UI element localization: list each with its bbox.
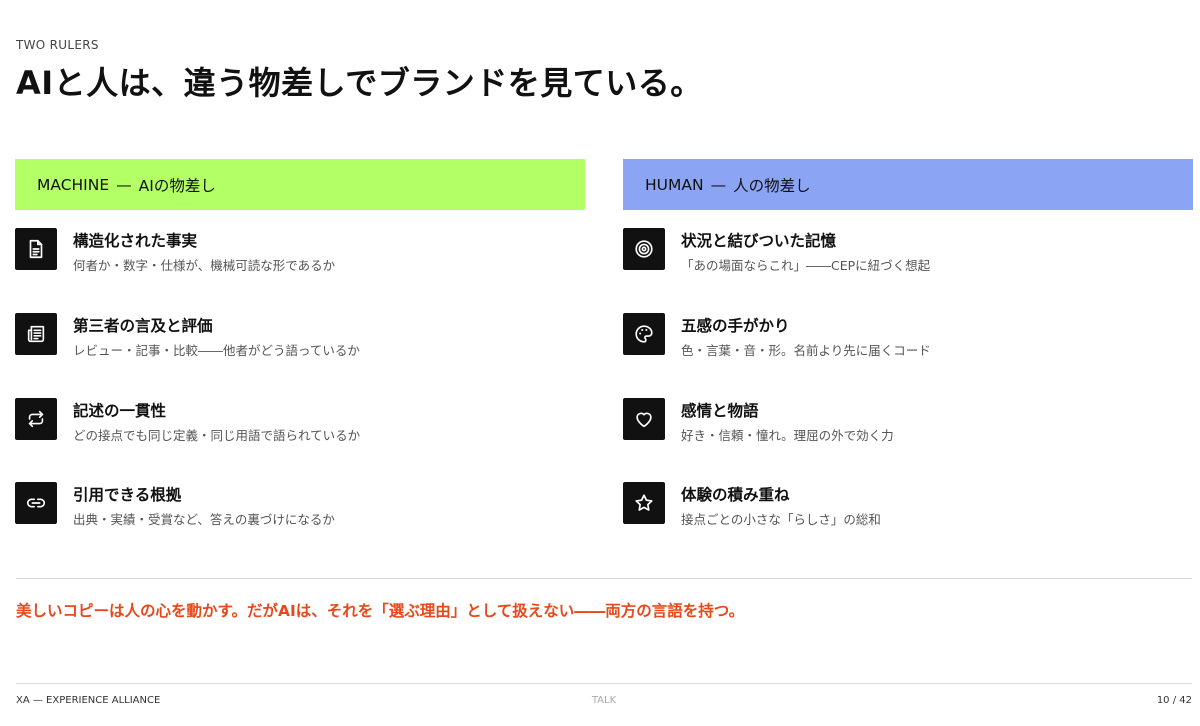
item-title: 構造化された事実 (73, 232, 198, 250)
human-header: HUMAN — 人の物差し (623, 159, 1193, 210)
item-desc: レビュー・記事・比較――他者がどう語っているか (73, 343, 360, 358)
item-desc: 何者か・数字・仕様が、機械可読な形であるか (73, 258, 336, 273)
human-item-senses: 五感の手がかり 色・言葉・音・形。名前より先に届くコード (623, 313, 931, 359)
newspaper-icon (15, 313, 57, 355)
human-dash: — (710, 175, 727, 194)
machine-sublabel: AIの物差し (138, 176, 216, 195)
machine-item-structured-facts: 構造化された事実 何者か・数字・仕様が、機械可読な形であるか (15, 228, 335, 274)
item-title: 状況と結びついた記憶 (681, 232, 837, 250)
item-title: 感情と物語 (681, 402, 759, 420)
human-sublabel: 人の物差し (733, 176, 811, 195)
footer-section: TALK (591, 695, 617, 706)
item-title: 第三者の言及と評価 (73, 317, 213, 335)
star-icon (623, 482, 665, 524)
item-desc: 出典・実績・受賞など、答えの裏づけになるか (73, 512, 335, 527)
human-label: HUMAN (645, 175, 704, 194)
link-icon (15, 482, 57, 524)
machine-dash: — (116, 175, 132, 194)
item-title: 体験の積み重ね (681, 486, 790, 504)
item-desc: 接点ごとの小さな「らしさ」の総和 (681, 512, 881, 527)
item-title: 引用できる根拠 (73, 486, 182, 504)
machine-column: MACHINE — AIの物差し 構造化された事実 何者か・数字・仕様が、機械可… (15, 159, 585, 527)
eyebrow-label: TWO RULERS (16, 38, 99, 52)
item-desc: 「あの場面ならこれ」――CEPに紐づく想起 (681, 258, 931, 273)
item-desc: 色・言葉・音・形。名前より先に届くコード (681, 343, 931, 358)
human-item-emotion-story: 感情と物語 好き・信頼・憧れ。理屈の外で効く力 (623, 398, 894, 444)
page-title: AIと人は、違う物差しでブランドを見ている。 (16, 64, 703, 102)
machine-label: MACHINE (37, 175, 110, 194)
footer-divider (16, 683, 1192, 684)
item-desc: どの接点でも同じ定義・同じ用語で語られているか (73, 428, 361, 443)
human-item-situational-memory: 状況と結びついた記憶 「あの場面ならこれ」――CEPに紐づく想起 (623, 228, 930, 274)
repeat-icon (15, 398, 57, 440)
item-desc: 好き・信頼・憧れ。理屈の外で効く力 (681, 428, 894, 443)
target-icon (623, 228, 665, 270)
machine-item-consistency: 記述の一貫性 どの接点でも同じ定義・同じ用語で語られているか (15, 398, 360, 444)
heart-icon (623, 398, 665, 440)
document-icon (15, 228, 57, 270)
item-title: 記述の一貫性 (73, 402, 167, 420)
machine-item-third-party: 第三者の言及と評価 レビュー・記事・比較――他者がどう語っているか (15, 313, 360, 359)
page-number: 10 / 42 (1156, 695, 1192, 706)
palette-icon (623, 313, 665, 355)
human-item-experience: 体験の積み重ね 接点ごとの小さな「らしさ」の総和 (623, 482, 881, 528)
machine-item-citable-evidence: 引用できる根拠 出典・実績・受賞など、答えの裏づけになるか (15, 482, 335, 528)
human-column: HUMAN — 人の物差し 状況と結びついた記憶 「あの場面ならこれ」――CEP… (623, 159, 1193, 527)
item-title: 五感の手がかり (681, 317, 790, 335)
section-divider (16, 578, 1192, 579)
machine-header: MACHINE — AIの物差し (15, 159, 585, 210)
takeaway-statement: 美しいコピーは人の心を動かす。だがAIは、それを「選ぶ理由」として扱えない――両… (16, 602, 745, 620)
